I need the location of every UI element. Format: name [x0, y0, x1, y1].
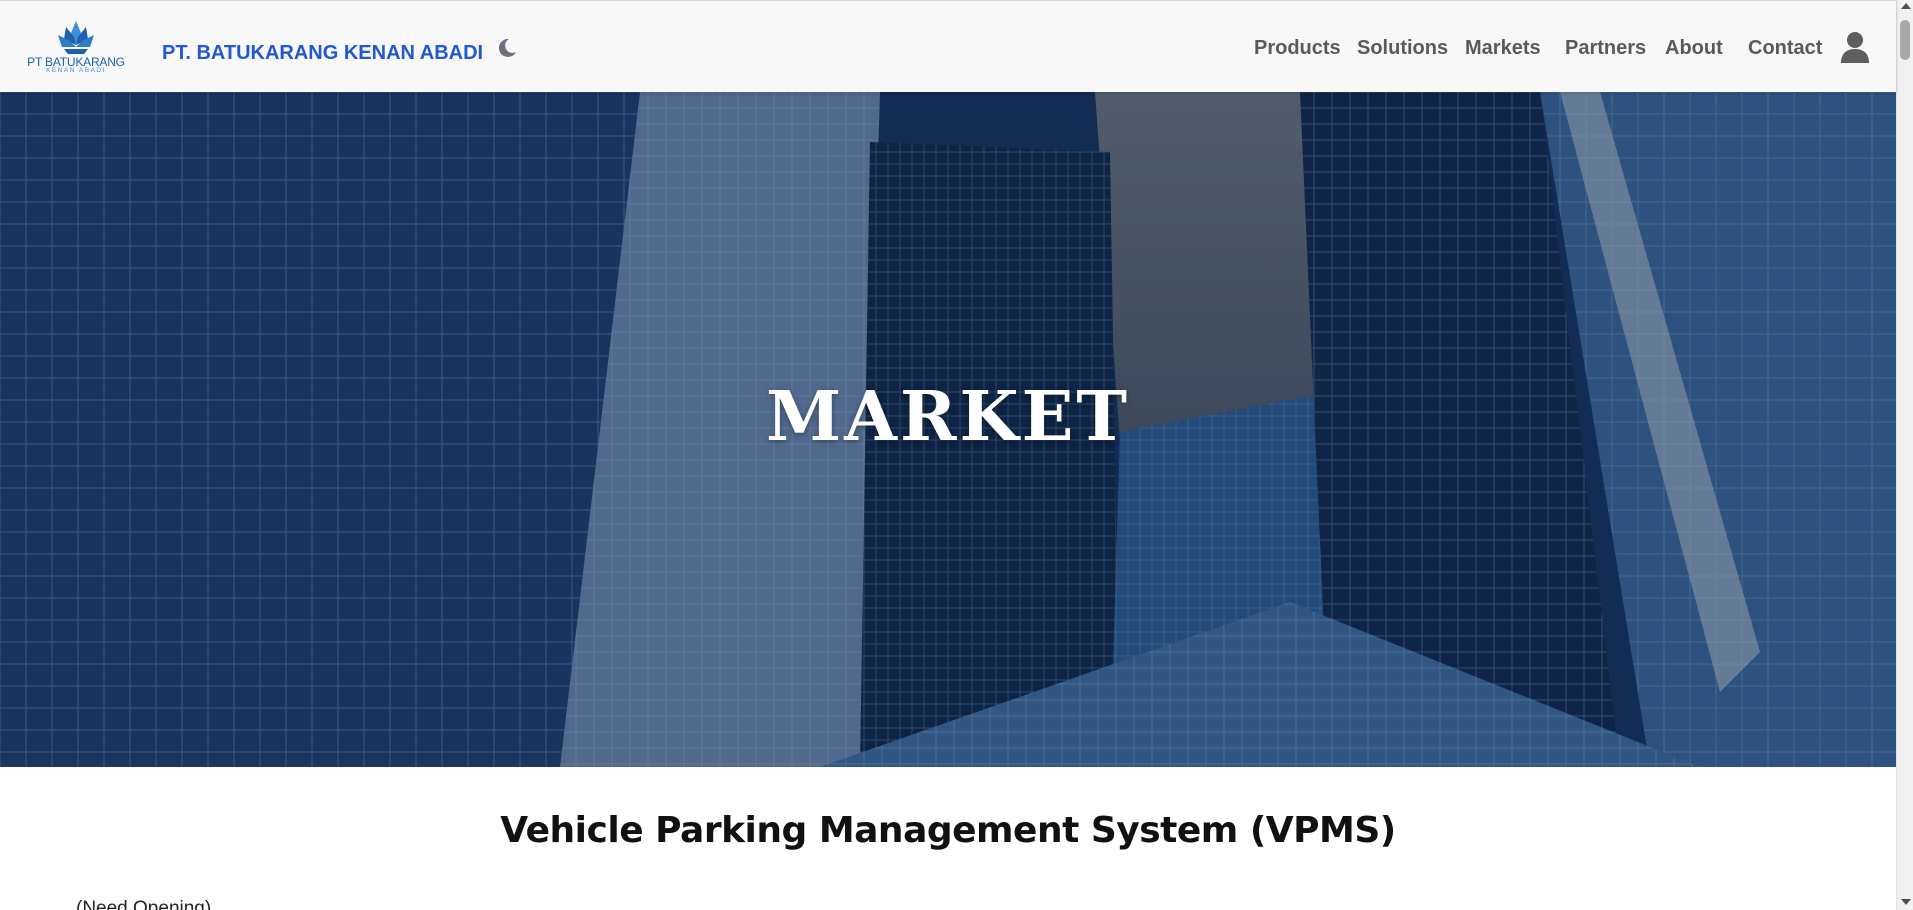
hero-title: MARKET: [765, 377, 1131, 457]
scroll-down-arrow-icon[interactable]: [1901, 899, 1911, 905]
nav-contact[interactable]: Contact: [1748, 37, 1822, 60]
top-navbar: PT BATUKARANG KENAN ABADI PT. BATUKARANG…: [0, 0, 1896, 92]
scroll-up-arrow-icon[interactable]: [1901, 3, 1911, 9]
user-icon[interactable]: [1840, 31, 1870, 63]
nav-products[interactable]: Products: [1254, 37, 1341, 60]
lotus-logo-icon: [58, 21, 94, 54]
nav-solutions[interactable]: Solutions: [1357, 37, 1448, 60]
hero-banner: MARKET: [0, 92, 1896, 767]
section-title: Vehicle Parking Management System (VPMS): [500, 810, 1396, 851]
moon-icon[interactable]: [496, 37, 518, 59]
company-logo[interactable]: PT BATUKARANG KENAN ABADI: [20, 21, 132, 75]
page-scrollbar[interactable]: [1896, 0, 1913, 910]
logo-tagline: KENAN ABADI: [46, 67, 106, 74]
brand-name[interactable]: PT. BATUKARANG KENAN ABADI: [162, 42, 483, 65]
nav-markets[interactable]: Markets: [1465, 37, 1541, 60]
section-intro-text: (Need Opening): [76, 898, 212, 910]
nav-about[interactable]: About: [1665, 37, 1723, 60]
nav-partners[interactable]: Partners: [1565, 37, 1646, 60]
scrollbar-thumb[interactable]: [1900, 20, 1910, 60]
